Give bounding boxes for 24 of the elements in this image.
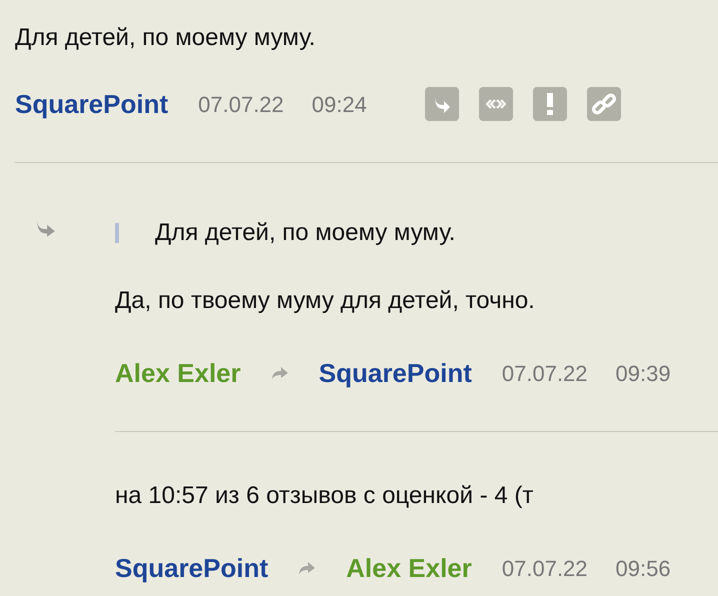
reply-arrow-icon <box>298 561 316 575</box>
comment-time: 09:39 <box>616 360 671 388</box>
exclamation-icon <box>546 93 554 115</box>
link-button[interactable] <box>586 87 621 121</box>
reply-button[interactable] <box>424 87 459 121</box>
reply-arrow-icon <box>35 218 57 238</box>
comment-date: 07.07.22 <box>502 554 588 582</box>
comment-time: 09:24 <box>312 90 367 118</box>
quote-button[interactable] <box>478 87 513 121</box>
comment-time: 09:56 <box>616 554 671 582</box>
comment-text: Для детей, по моему муму. <box>15 23 316 53</box>
quote-marks-icon <box>484 98 507 110</box>
reply-arrow-icon <box>270 366 289 380</box>
author-link[interactable]: SquarePoint <box>115 548 268 588</box>
comment-text: на 10:57 из 6 отзывов с оценкой - 4 (т <box>115 481 534 511</box>
comment-date: 07.07.22 <box>502 360 588 388</box>
author-link[interactable]: SquarePoint <box>15 84 168 124</box>
comment-date: 07.07.22 <box>198 90 284 118</box>
quoted-text: Для детей, по моему муму. <box>155 218 456 248</box>
comment-text: Да, по твоему муму для детей, точно. <box>115 286 536 316</box>
link-icon <box>590 91 617 117</box>
author-link[interactable]: SquarePoint <box>318 354 472 392</box>
quote-bar <box>115 223 119 243</box>
report-button[interactable] <box>532 87 567 121</box>
